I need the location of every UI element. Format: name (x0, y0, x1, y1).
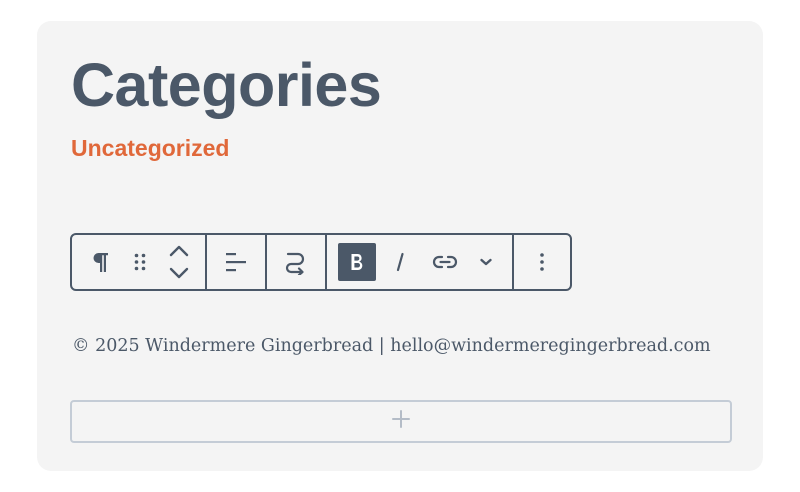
bold-button[interactable] (337, 235, 377, 289)
drag-handle-icon (133, 252, 147, 272)
toolbar-group-block (72, 235, 207, 289)
footer-copyright-text[interactable]: © 2025 Windermere Gingerbread | hello@wi… (72, 334, 711, 358)
page-title: Categories (71, 51, 382, 119)
category-link[interactable]: Uncategorized (71, 134, 229, 162)
block-toolbar (70, 233, 572, 291)
chevron-down-icon (479, 257, 493, 267)
move-up-down-icon (168, 244, 190, 280)
paragraph-icon (91, 251, 109, 273)
bold-active-indicator (337, 243, 376, 281)
align-text-button[interactable] (207, 235, 264, 289)
paragraph-button[interactable] (72, 235, 128, 289)
more-vertical-icon (539, 252, 545, 272)
move-up-down-button[interactable] (152, 235, 205, 289)
plus-icon (391, 409, 411, 434)
toolbar-group-align (207, 235, 267, 289)
transform-icon (284, 249, 306, 275)
toolbar-group-format (327, 235, 515, 289)
drag-handle-button[interactable] (128, 235, 152, 289)
options-button[interactable] (514, 235, 570, 289)
link-icon (432, 254, 458, 270)
italic-icon (394, 252, 406, 272)
add-block-button[interactable] (70, 400, 732, 443)
toolbar-group-options (514, 235, 570, 289)
toolbar-group-transform (267, 235, 327, 289)
link-button[interactable] (424, 235, 466, 289)
more-formats-button[interactable] (466, 235, 506, 289)
bold-icon (350, 253, 364, 271)
italic-button[interactable] (377, 235, 424, 289)
transform-button[interactable] (267, 235, 324, 289)
align-text-icon (225, 252, 247, 272)
